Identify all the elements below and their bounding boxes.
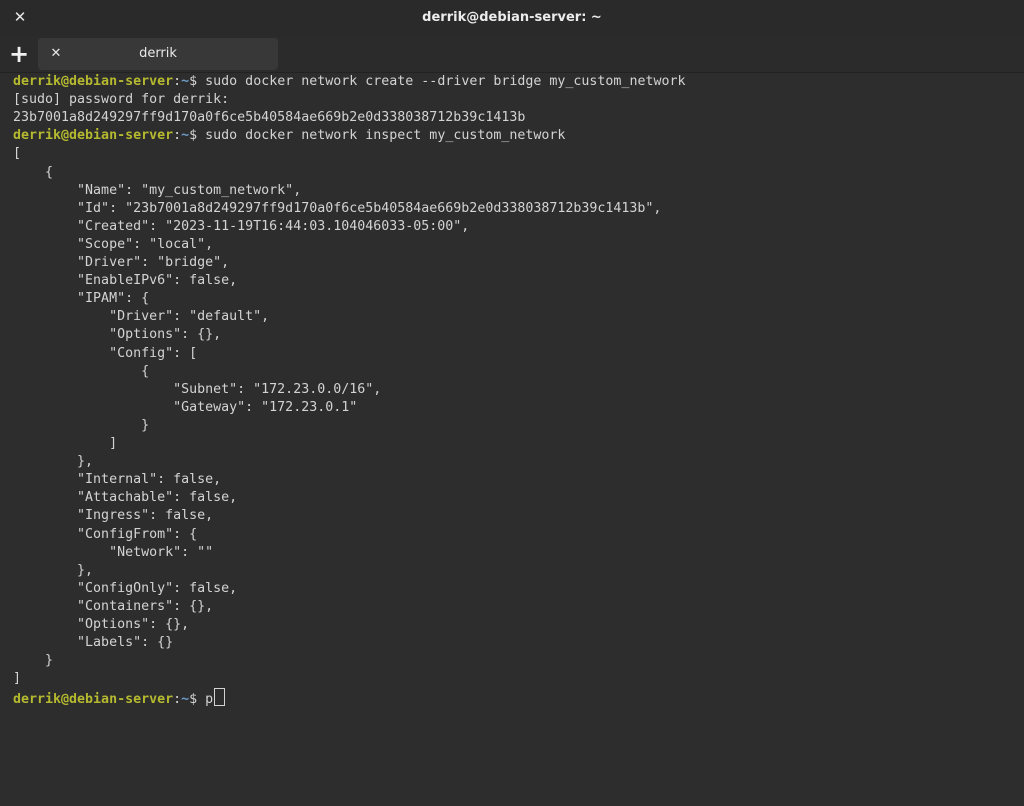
output-line: {	[13, 164, 54, 180]
output-line: ]	[13, 436, 118, 451]
output-line: "Options": {},	[13, 327, 222, 343]
output-line: }	[13, 417, 150, 433]
output-line: "Created": "2023-11-19T16:44:03.10404603…	[13, 218, 470, 234]
command-text: p	[205, 692, 214, 708]
output-line: "Labels": {}	[13, 635, 174, 651]
prompt-path: ~	[181, 74, 190, 89]
text-cursor	[214, 688, 226, 707]
output-line: }	[13, 653, 54, 669]
prompt-separator: :	[173, 692, 182, 708]
output-line: "Attachable": false,	[13, 490, 238, 506]
output-line: "Options": {},	[13, 617, 190, 632]
output-line: 23b7001a8d249297ff9d170a0f6ce5b40584ae66…	[13, 110, 526, 126]
tab-label: derrik	[139, 46, 177, 61]
close-icon[interactable]: ✕	[10, 7, 30, 27]
output-line: },	[13, 454, 94, 470]
prompt-sigil: $	[189, 74, 206, 89]
output-line: "ConfigFrom": {	[13, 526, 198, 542]
output-line: "Config": [	[13, 345, 198, 361]
command-text: sudo docker network inspect my_custom_ne…	[205, 128, 566, 144]
output-line: "Name": "my_custom_network",	[13, 182, 302, 198]
output-line: "Subnet": "172.23.0.0/16",	[13, 381, 382, 397]
tab-bar: + ✕ derrik	[0, 36, 1024, 73]
terminal-output[interactable]: derrik@debian-server:~$ sudo docker netw…	[0, 73, 1024, 806]
title-bar: ✕ derrik@debian-server: ~	[0, 0, 1024, 37]
prompt-sigil: $	[189, 692, 206, 708]
output-line: "Ingress": false,	[13, 508, 214, 524]
output-line: "Scope": "local",	[13, 236, 214, 252]
prompt-line: derrik@debian-server:~$ sudo docker netw…	[13, 73, 685, 91]
output-line: },	[13, 562, 94, 578]
output-line: "Containers": {},	[13, 598, 214, 614]
prompt-path: ~	[181, 128, 190, 144]
terminal-window: ✕ derrik@debian-server: ~ + ✕ derrik der…	[0, 0, 1024, 806]
output-line: [sudo] password for derrik:	[13, 92, 230, 108]
output-line: "Gateway": "172.23.0.1"	[13, 399, 358, 415]
prompt-user-host: derrik@debian-server	[13, 128, 174, 144]
output-line: "Network": ""	[13, 544, 214, 560]
prompt-separator: :	[173, 74, 182, 89]
output-line: {	[13, 363, 150, 379]
output-line: "Driver": "default",	[13, 309, 270, 325]
output-line: ]	[13, 671, 22, 687]
output-line: "Id": "23b7001a8d249297ff9d170a0f6ce5b40…	[13, 200, 662, 216]
output-line: "IPAM": {	[13, 291, 150, 307]
plus-icon[interactable]: +	[6, 41, 32, 67]
output-line: [	[13, 146, 22, 162]
output-line: "Internal": false,	[13, 472, 222, 488]
prompt-path: ~	[181, 692, 190, 708]
output-line: "Driver": "bridge",	[13, 255, 230, 270]
prompt-user-host: derrik@debian-server	[13, 692, 174, 708]
tab-derrik[interactable]: ✕ derrik	[38, 38, 278, 70]
command-text: sudo docker network create --driver brid…	[205, 74, 686, 89]
prompt-separator: :	[173, 128, 182, 144]
output-line: "ConfigOnly": false,	[13, 580, 238, 596]
output-line: "EnableIPv6": false,	[13, 273, 238, 289]
window-title: derrik@debian-server: ~	[422, 10, 602, 25]
prompt-line: derrik@debian-server:~$ sudo docker netw…	[13, 127, 565, 145]
prompt-sigil: $	[189, 128, 206, 144]
prompt-user-host: derrik@debian-server	[13, 74, 174, 89]
prompt-line: derrik@debian-server:~$ p	[13, 688, 226, 708]
